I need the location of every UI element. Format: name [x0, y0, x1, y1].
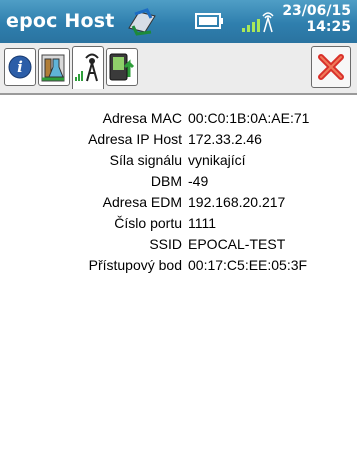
info-row-port: Číslo portu 1111 [0, 215, 357, 236]
date-time: 23/06/15 14:25 [282, 3, 351, 35]
device-upload-icon [109, 53, 135, 81]
sync-tab[interactable] [106, 48, 138, 86]
info-icon: i [8, 55, 32, 79]
svg-text:i: i [17, 58, 23, 76]
info-row-signal-strength: Síla signálu vynikající [0, 152, 357, 173]
info-value: 00:C0:1B:0A:AE:71 [188, 110, 310, 126]
info-value: 00:17:C5:EE:05:3F [188, 257, 308, 273]
info-label: DBM [150, 173, 182, 189]
wireless-tab[interactable] [72, 46, 104, 89]
info-label: Adresa EDM [102, 194, 182, 210]
test-tab[interactable] [38, 48, 70, 86]
close-button[interactable] [311, 46, 351, 88]
info-value: 192.168.20.217 [188, 194, 286, 210]
info-label: SSID [149, 236, 182, 252]
tab-bar: i [0, 43, 357, 95]
info-row-mac: Adresa MAC 00:C0:1B:0A:AE:71 [0, 110, 357, 131]
time-label: 14:25 [306, 19, 351, 35]
title-bar: epoc Host 23/06/15 14:25 [0, 0, 357, 43]
info-row-dbm: DBM -49 [0, 173, 357, 194]
info-row-access-point: Přístupový bod 00:17:C5:EE:05:3F [0, 257, 357, 278]
wireless-antenna-icon [75, 53, 99, 82]
info-row-ssid: SSID EPOCAL-TEST [0, 236, 357, 257]
info-label: Přístupový bod [88, 257, 182, 273]
sync-icon[interactable] [125, 6, 159, 42]
info-label: Adresa MAC [102, 110, 182, 126]
info-label: Číslo portu [114, 215, 182, 231]
info-value: 1111 [188, 215, 217, 231]
signal-strength-icon[interactable] [240, 8, 276, 38]
info-label: Síla signálu [109, 152, 182, 168]
info-label: Adresa IP Host [88, 131, 182, 147]
network-info-list: Adresa MAC 00:C0:1B:0A:AE:71 Adresa IP H… [0, 110, 357, 278]
info-value: vynikající [188, 152, 246, 168]
info-row-edm: Adresa EDM 192.168.20.217 [0, 194, 357, 215]
lab-flask-icon [41, 54, 65, 82]
app-title[interactable]: epoc Host [6, 10, 115, 32]
info-value: -49 [188, 173, 209, 189]
info-row-ip-host: Adresa IP Host 172.33.2.46 [0, 131, 357, 152]
date-label: 23/06/15 [282, 3, 351, 19]
battery-icon[interactable] [195, 12, 225, 34]
close-x-icon [318, 54, 344, 80]
info-value: EPOCAL-TEST [188, 236, 286, 252]
info-value: 172.33.2.46 [188, 131, 262, 147]
info-tab[interactable]: i [4, 48, 36, 86]
